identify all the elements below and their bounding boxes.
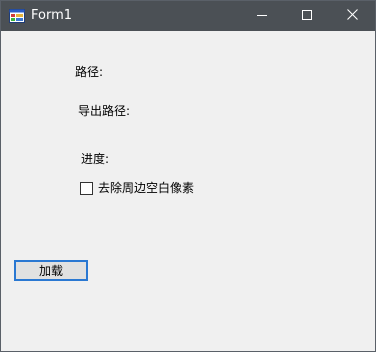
checkbox-label[interactable]: 去除周边空白像素: [98, 180, 194, 196]
checkbox-box[interactable]: [80, 181, 93, 195]
maximize-button[interactable]: [284, 1, 330, 31]
minimize-button[interactable]: [239, 1, 285, 31]
form-app-icon[interactable]: [9, 9, 25, 23]
export-path-label: 导出路径:: [78, 104, 131, 118]
maximize-icon: [302, 9, 312, 23]
progress-label: 进度:: [81, 152, 110, 166]
load-button[interactable]: 加载: [14, 260, 88, 281]
form1-window: Form1 路径: 导出路径: 进度: 去除周边空白像素 加载: [0, 0, 376, 352]
window-title: Form1: [31, 8, 73, 23]
close-icon: [346, 9, 358, 23]
title-bar[interactable]: Form1: [1, 1, 375, 31]
close-button[interactable]: [329, 1, 375, 31]
minimize-icon: [257, 9, 267, 23]
load-button-label: 加载: [38, 264, 63, 278]
path-label: 路径:: [75, 65, 104, 79]
trim-whitespace-checkbox[interactable]: 去除周边空白像素: [80, 180, 194, 196]
